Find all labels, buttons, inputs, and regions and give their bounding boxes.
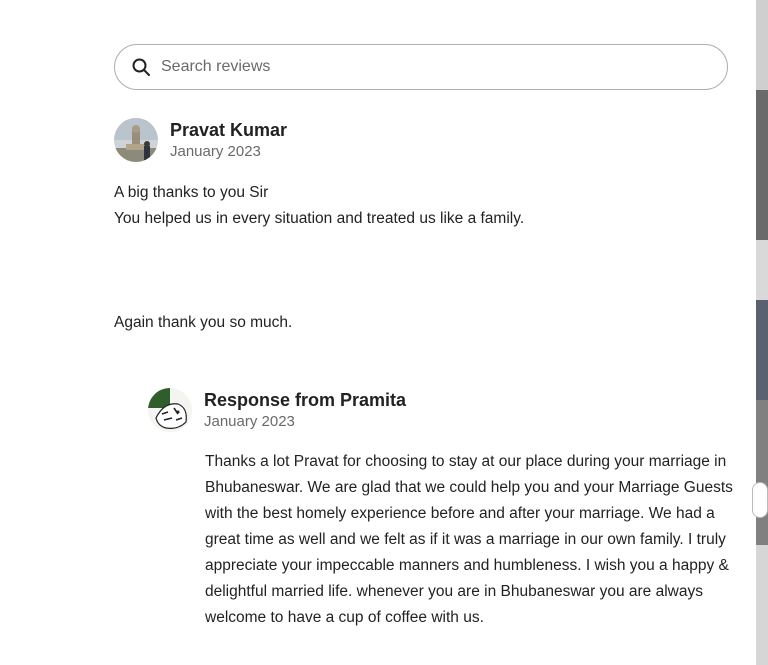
response-header: Response from Pramita January 2023 [148, 388, 406, 432]
review-line: You helped us in every situation and tre… [114, 210, 525, 227]
review-line: Again thank you so much. [114, 314, 293, 331]
response-title: Response from Pramita [204, 389, 407, 410]
review-text: A big thanks to you Sir You helped us in… [114, 180, 728, 336]
review-header: Pravat Kumar January 2023 [114, 118, 287, 162]
reviews-modal: Pravat Kumar January 2023 A big thanks t… [0, 0, 768, 665]
review-date: January 2023 [170, 142, 261, 160]
search-input[interactable] [159, 57, 703, 77]
host-avatar[interactable] [148, 388, 192, 432]
reviewer-name: Pravat Kumar [170, 119, 288, 140]
review-line: A big thanks to you Sir [114, 184, 269, 201]
search-icon [131, 57, 151, 77]
background-pill [752, 482, 768, 518]
reviewer-avatar[interactable] [114, 118, 158, 162]
response-text: Thanks a lot Pravat for choosing to stay… [205, 453, 733, 626]
search-bar[interactable] [114, 44, 728, 90]
response-date: January 2023 [204, 412, 295, 430]
background-page-strip [752, 0, 768, 665]
